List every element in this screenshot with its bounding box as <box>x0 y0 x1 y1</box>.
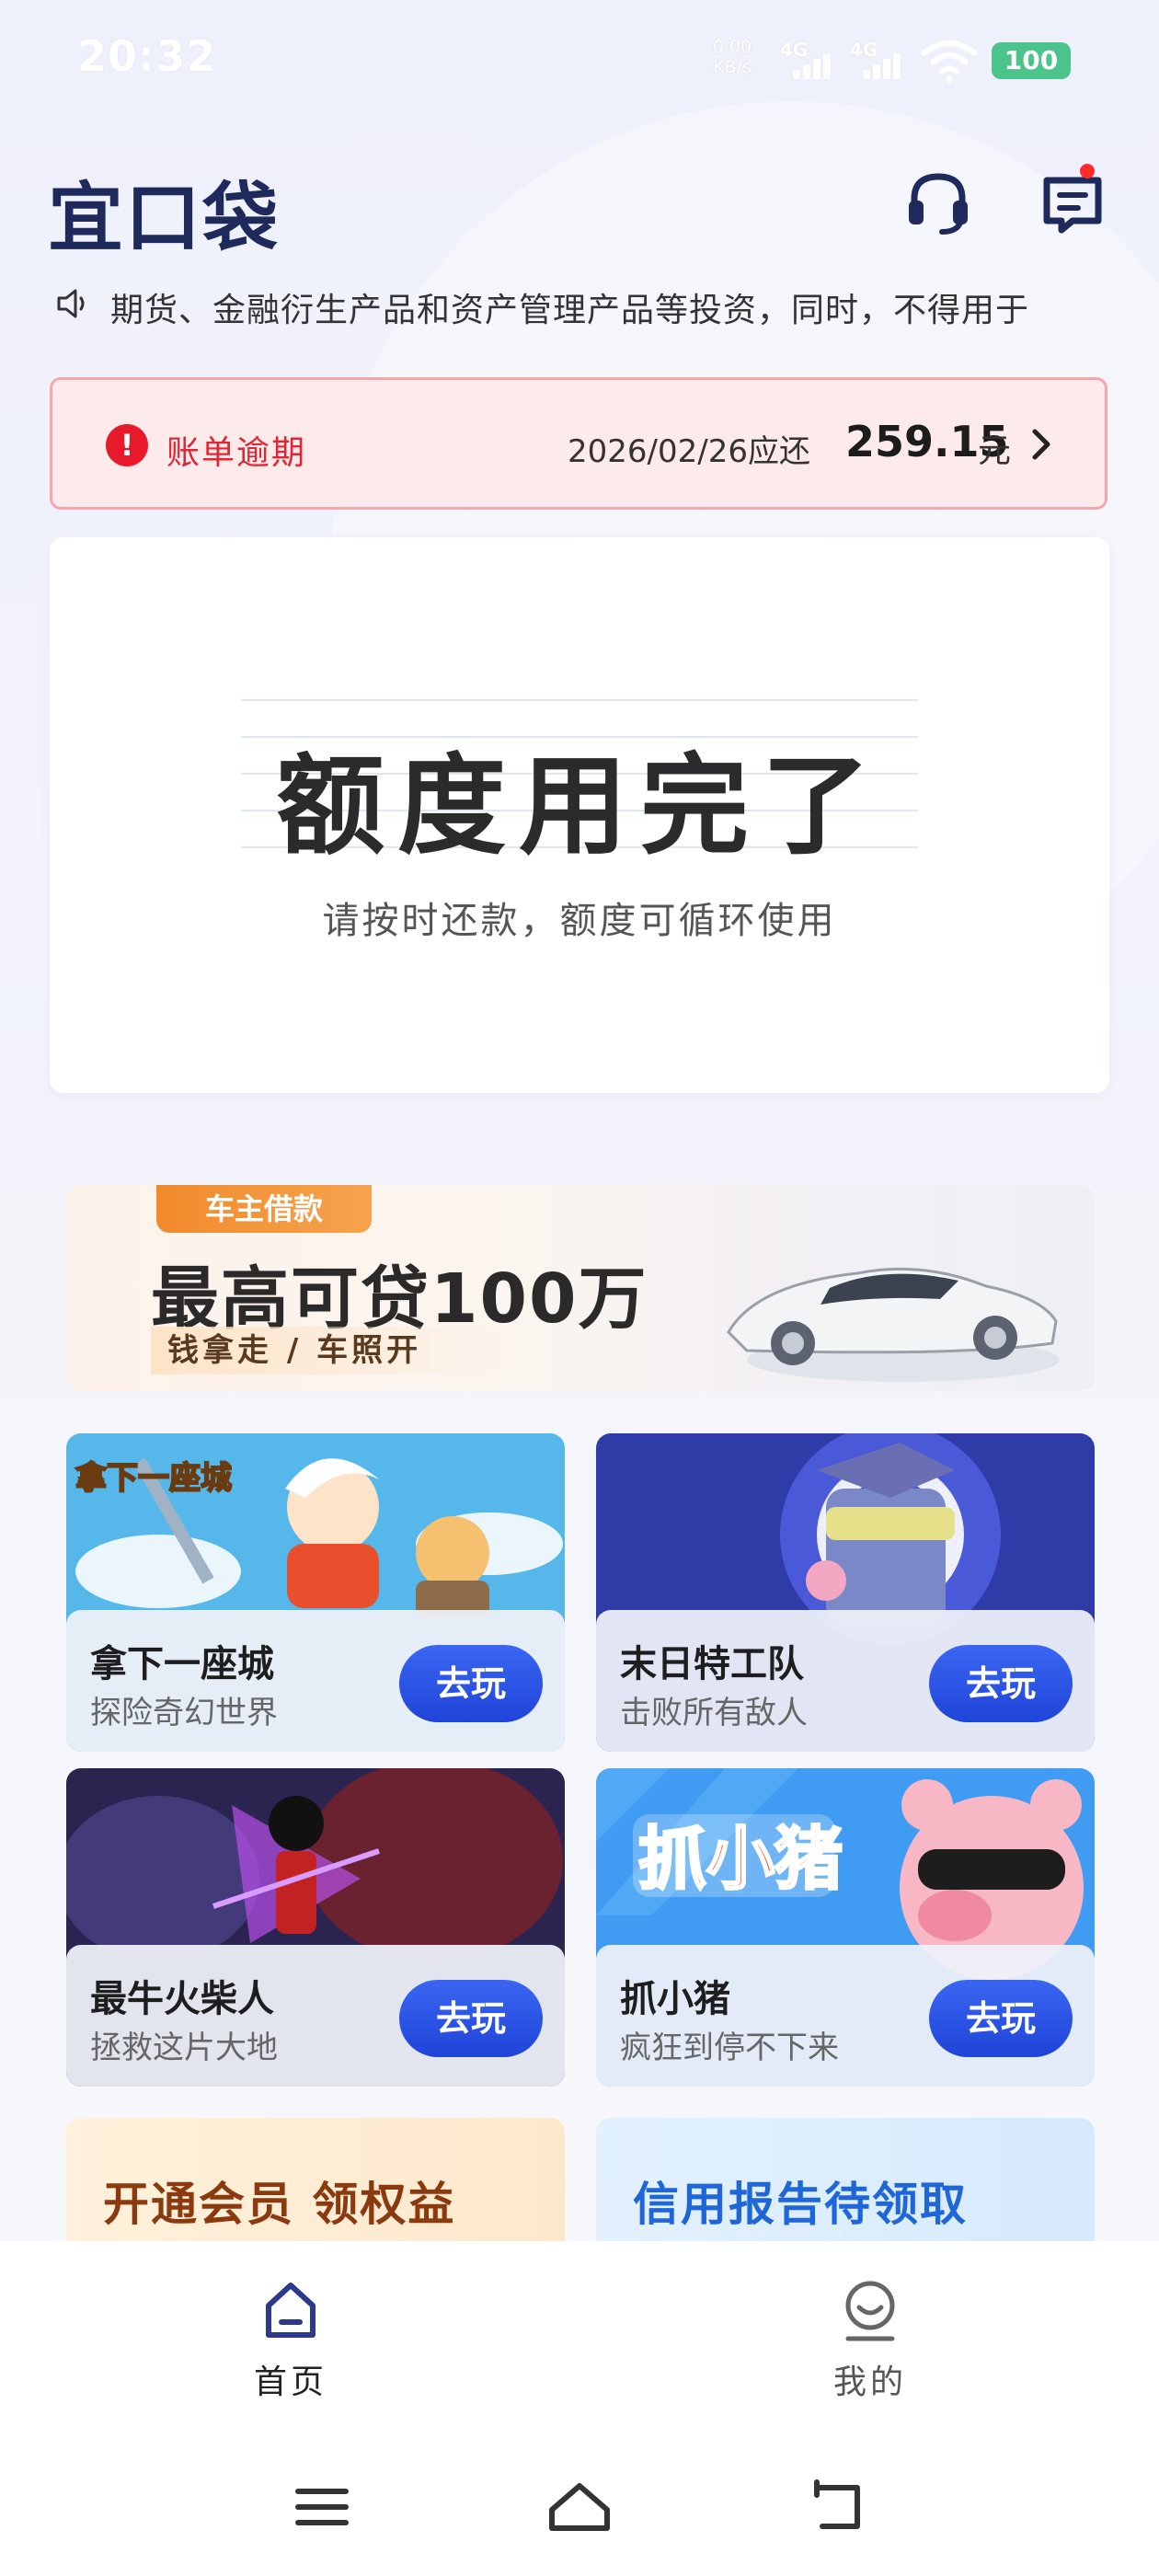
speaker-icon <box>57 289 85 318</box>
game-name: 拿下一座城 <box>90 1643 274 1685</box>
home-nav-icon[interactable] <box>543 2475 616 2539</box>
notice-text: 期货、金融衍生产品和资产管理产品等投资，同时，不得用于 <box>110 292 1030 329</box>
game-description: 拯救这片大地 <box>90 2030 278 2066</box>
game-name: 最牛火柴人 <box>90 1978 274 2020</box>
network-speed-value: 0.00 <box>712 37 752 57</box>
app-screen: 20:32 0.00 KB/s 4G 4G 100 宜口袋 期货、金融衍生产品和… <box>0 0 1159 2576</box>
game-name: 末日特工队 <box>620 1643 804 1685</box>
game-art-title: 抓小猪 <box>638 1820 843 1899</box>
amount-unit: 元 <box>978 432 1012 470</box>
play-button[interactable]: 去玩 <box>399 1980 543 2057</box>
overdue-label: 账单逾期 <box>166 434 307 472</box>
game-description: 疯狂到停不下来 <box>620 2030 839 2066</box>
game-card[interactable]: 抓小猪 抓小猪 疯狂到停不下来 去玩 <box>596 1768 1095 2087</box>
signal-icon: 4G <box>780 39 841 86</box>
menu-icon[interactable] <box>285 2475 359 2539</box>
tab-label: 我的 <box>832 2363 907 2401</box>
chevron-right-icon <box>1032 429 1050 460</box>
game-card[interactable]: 末日特工队 击败所有敌人 去玩 <box>596 1433 1095 1752</box>
network-speed-unit: KB/s <box>713 57 752 77</box>
membership-label: 开通会员 领权益 <box>103 2178 456 2231</box>
game-description: 击败所有敌人 <box>620 1695 808 1731</box>
credit-status-card: 额度用完了 请按时还款，额度可循环使用 <box>50 537 1109 1093</box>
bill-overdue-banner[interactable]: ! 账单逾期 2026/02/26应还 259.15 元 <box>50 377 1107 510</box>
status-bar: 20:32 0.00 KB/s 4G 4G 100 <box>0 0 1159 120</box>
signal-icon: 4G <box>850 39 911 86</box>
play-button[interactable]: 去玩 <box>929 1645 1073 1722</box>
game-card[interactable]: 拿下一座城 拿下一座城 探险奇幻世界 去玩 <box>66 1433 565 1752</box>
network-speed: 0.00 KB/s <box>705 37 760 77</box>
notice-bar[interactable]: 期货、金融衍生产品和资产管理产品等投资，同时，不得用于 <box>53 276 1111 331</box>
car-loan-banner[interactable]: 车主借款 最高可贷100万 钱拿走 / 车照开 <box>66 1185 1095 1391</box>
promo-tag: 车主借款 <box>156 1185 372 1233</box>
profile-icon <box>845 2281 895 2341</box>
game-name: 抓小猪 <box>620 1978 730 2020</box>
play-button[interactable]: 去玩 <box>399 1645 543 1722</box>
wifi-icon <box>921 40 978 83</box>
tab-profile[interactable]: 我的 <box>732 2241 1008 2416</box>
unread-badge <box>1080 164 1095 178</box>
credit-report-label: 信用报告待领取 <box>633 2178 968 2231</box>
tab-home[interactable]: 首页 <box>153 2241 429 2416</box>
home-icon <box>266 2283 316 2338</box>
status-time: 20:32 <box>77 31 217 81</box>
promo-subline: 钱拿走 / 车照开 <box>151 1327 511 1374</box>
game-card[interactable]: 最牛火柴人 拯救这片大地 去玩 <box>66 1768 565 2087</box>
battery-indicator: 100 <box>992 42 1071 79</box>
credit-status-title: 额度用完了 <box>275 742 883 869</box>
car-image <box>727 1267 1060 1382</box>
alert-icon: ! <box>106 424 148 466</box>
game-description: 探险奇幻世界 <box>90 1695 278 1731</box>
play-button[interactable]: 去玩 <box>929 1980 1073 2057</box>
headset-icon[interactable] <box>901 166 975 239</box>
app-logo: 宜口袋 <box>48 175 281 262</box>
due-date-text: 2026/02/26应还 <box>568 433 810 470</box>
message-icon[interactable] <box>1036 167 1109 241</box>
credit-status-subtitle: 请按时还款，额度可循环使用 <box>322 900 837 942</box>
tab-label: 首页 <box>253 2363 327 2401</box>
game-art-title: 拿下一座城 <box>75 1460 232 1497</box>
back-icon[interactable] <box>800 2475 874 2539</box>
